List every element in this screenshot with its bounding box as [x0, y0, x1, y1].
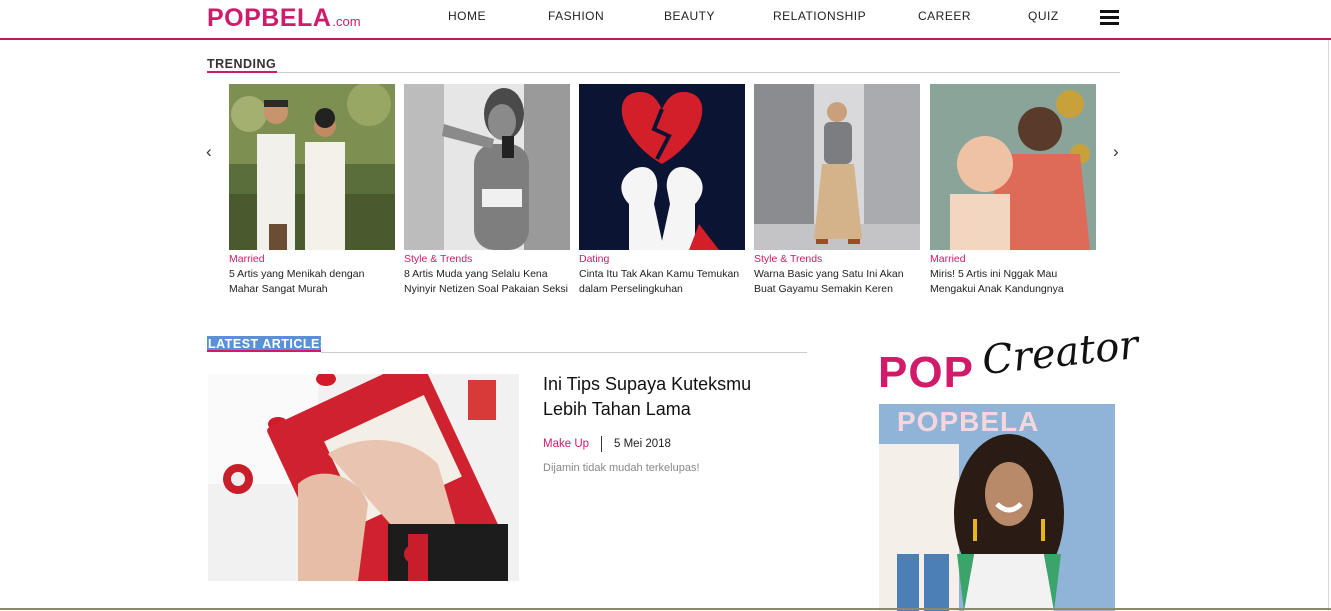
site-header: POPBELA .com HOME FASHION BEAUTY RELATIO… [0, 0, 1331, 40]
creator-script-text[interactable]: Creator [980, 322, 1140, 384]
latest-heading: LATEST ARTICLES [208, 337, 329, 351]
footer-divider [0, 608, 1331, 610]
nav-quiz[interactable]: QUIZ [1028, 9, 1059, 23]
nav-fashion[interactable]: FASHION [548, 9, 604, 23]
trending-title[interactable]: Cinta Itu Tak Akan Kamu Temukan dalam Pe… [579, 267, 745, 297]
trending-divider [277, 72, 1120, 73]
trending-category[interactable]: Style & Trends [404, 253, 570, 266]
latest-divider [321, 352, 807, 353]
trending-title[interactable]: 8 Artis Muda yang Selalu Kena Nyinyir Ne… [404, 267, 570, 297]
trending-image-wedding[interactable] [229, 84, 395, 250]
trending-card[interactable]: Married 5 Artis yang Menikah dengan Maha… [229, 84, 395, 297]
page-border [1328, 40, 1329, 611]
trending-title[interactable]: Warna Basic yang Satu Ini Akan Buat Gaya… [754, 267, 920, 297]
trending-underline [207, 71, 277, 73]
trending-image-broken-heart[interactable] [579, 84, 745, 250]
chevron-right-icon[interactable]: › [1113, 142, 1119, 162]
trending-image-bw-portrait[interactable] [404, 84, 570, 250]
hamburger-menu-icon[interactable] [1100, 10, 1119, 26]
site-logo[interactable]: POPBELA .com [207, 4, 361, 34]
article-date: 5 Mei 2018 [614, 438, 671, 450]
trending-category[interactable]: Married [229, 253, 395, 266]
article-description: Dijamin tidak mudah terkelupas! [543, 462, 700, 474]
trending-image-painting[interactable] [930, 84, 1096, 250]
nav-beauty[interactable]: BEAUTY [664, 9, 715, 23]
article-category[interactable]: Make Up [543, 438, 589, 450]
logo-text: POPBELA [207, 4, 332, 32]
trending-category[interactable]: Dating [579, 253, 745, 266]
nav-career[interactable]: CAREER [918, 9, 971, 23]
trending-card[interactable]: Style & Trends 8 Artis Muda yang Selalu … [404, 84, 570, 297]
logo-suffix: .com [332, 14, 361, 29]
trending-image-street-style[interactable] [754, 84, 920, 250]
magazine-cover-banner[interactable]: POPBELA [879, 404, 1115, 611]
pop-creator-logo[interactable]: POP [878, 348, 974, 398]
trending-card[interactable]: Married Miris! 5 Artis ini Nggak Mau Men… [930, 84, 1096, 297]
trending-title[interactable]: Miris! 5 Artis ini Nggak Mau Mengakui An… [930, 267, 1096, 297]
trending-title[interactable]: 5 Artis yang Menikah dengan Mahar Sangat… [229, 267, 395, 297]
trending-category[interactable]: Style & Trends [754, 253, 920, 266]
meta-separator [601, 436, 602, 452]
trending-category[interactable]: Married [930, 253, 1096, 266]
nav-relationship[interactable]: RELATIONSHIP [773, 9, 866, 23]
trending-card[interactable]: Dating Cinta Itu Tak Akan Kamu Temukan d… [579, 84, 745, 297]
article-image-nails[interactable] [208, 374, 519, 581]
chevron-left-icon[interactable]: ‹ [206, 142, 212, 162]
article-title[interactable]: Ini Tips Supaya Kuteksmu Lebih Tahan Lam… [543, 372, 793, 422]
nav-home[interactable]: HOME [448, 9, 486, 23]
latest-underline [207, 350, 321, 352]
trending-card[interactable]: Style & Trends Warna Basic yang Satu Ini… [754, 84, 920, 297]
trending-heading: TRENDING [207, 57, 277, 71]
